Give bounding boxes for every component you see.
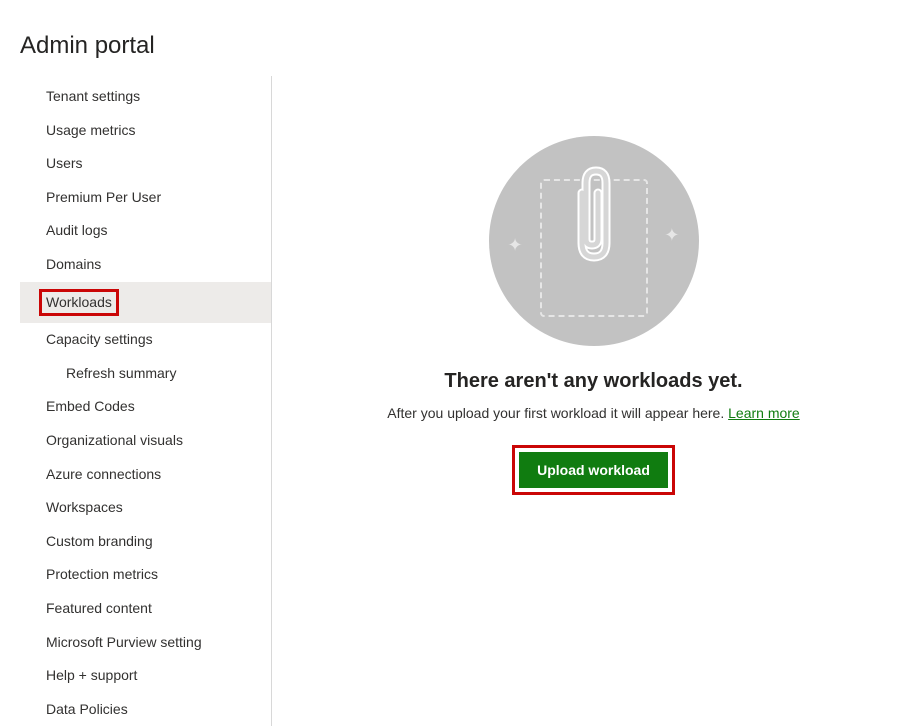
sidebar-item-protection-metrics[interactable]: Protection metrics [20,558,271,592]
sidebar-item-label: Azure connections [46,466,161,482]
sidebar-nav: Tenant settings Usage metrics Users Premium… [20,76,272,726]
sidebar-item-tenant-settings[interactable]: Tenant settings [20,80,271,114]
sparkle-left-icon: ✦ [508,235,523,256]
sidebar-item-microsoft-purview-setting[interactable]: Microsoft Purview setting [20,626,271,660]
sidebar-item-label: Domains [46,256,101,272]
sidebar-item-custom-branding[interactable]: Custom branding [20,525,271,559]
sidebar-item-workloads[interactable]: Workloads [20,282,271,324]
sidebar-item-organizational-visuals[interactable]: Organizational visuals [20,424,271,458]
content-area: Tenant settings Usage metrics Users Premium… [0,76,915,726]
sidebar-item-label: Usage metrics [46,122,135,138]
paperclip-icon [569,161,619,271]
page-title: Admin portal [0,0,915,76]
sidebar-item-premium-per-user[interactable]: Premium Per User [20,181,271,215]
empty-subtitle-text: After you upload your first workload it … [387,405,728,421]
empty-state-illustration: ✦ ✦ [489,136,699,346]
empty-state-subtitle: After you upload your first workload it … [387,405,799,421]
sidebar-item-label: Tenant settings [46,88,140,104]
sidebar-item-capacity-settings[interactable]: Capacity settings [20,323,271,357]
sidebar-item-label: Premium Per User [46,189,161,205]
sidebar-item-label: Embed Codes [46,398,135,414]
learn-more-link[interactable]: Learn more [728,405,800,421]
sidebar-item-usage-metrics[interactable]: Usage metrics [20,114,271,148]
upload-workload-button[interactable]: Upload workload [519,452,668,488]
sidebar-item-data-policies[interactable]: Data Policies [20,693,271,726]
sidebar-item-domains[interactable]: Domains [20,248,271,282]
sidebar-item-label: Featured content [46,600,152,616]
sidebar-item-azure-connections[interactable]: Azure connections [20,458,271,492]
sidebar-item-label: Help + support [46,667,137,683]
sidebar-item-label: Microsoft Purview setting [46,634,202,650]
sidebar-item-label: Capacity settings [46,331,153,347]
sidebar-item-refresh-summary[interactable]: Refresh summary [20,357,271,391]
sidebar-item-embed-codes[interactable]: Embed Codes [20,390,271,424]
sidebar-item-workspaces[interactable]: Workspaces [20,491,271,525]
sidebar-item-label: Users [46,155,83,171]
empty-state-title: There aren't any workloads yet. [444,370,742,393]
sidebar-item-label: Refresh summary [66,365,176,381]
sidebar-item-label: Data Policies [46,701,128,717]
sidebar-item-label: Workspaces [46,499,123,515]
sidebar-item-label: Organizational visuals [46,432,183,448]
upload-button-highlight: Upload workload [512,445,675,495]
sidebar-item-label: Audit logs [46,222,107,238]
sidebar-item-label: Custom branding [46,533,153,549]
sidebar-item-featured-content[interactable]: Featured content [20,592,271,626]
sidebar-item-audit-logs[interactable]: Audit logs [20,214,271,248]
sidebar-item-label: Protection metrics [46,566,158,582]
sidebar-item-users[interactable]: Users [20,147,271,181]
sparkle-right-icon: ✦ [664,225,679,246]
clip-container: ✦ ✦ [534,161,654,321]
sidebar-item-label: Workloads [39,289,119,317]
main-content: ✦ ✦ There aren't any workloads yet. Afte… [272,76,915,726]
